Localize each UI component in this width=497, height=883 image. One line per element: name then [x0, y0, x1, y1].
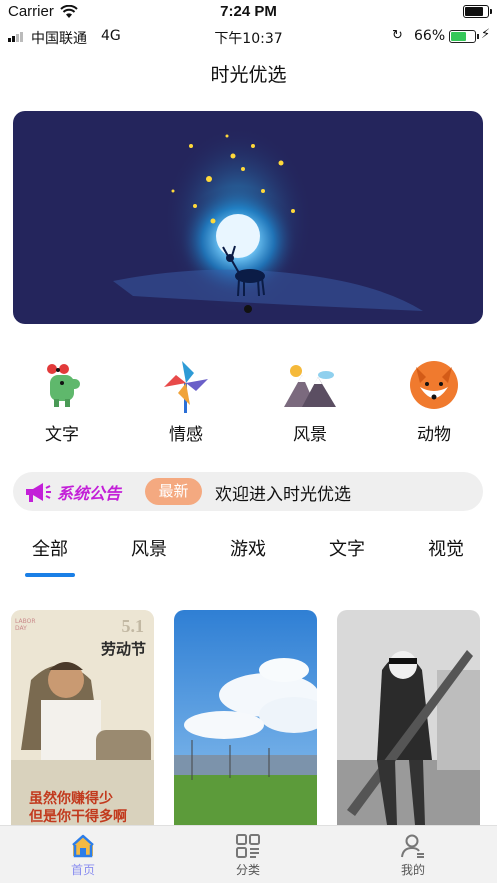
tab-home[interactable]: 首页: [43, 834, 123, 878]
new-badge: 最新: [145, 478, 202, 505]
tab-label: 我的: [400, 863, 425, 877]
status-time: 7:24 PM: [220, 3, 277, 20]
category-animal[interactable]: 动物: [394, 357, 474, 445]
battery-percent: 66%: [414, 28, 446, 44]
dinosaur-icon: [34, 357, 90, 413]
ios-status-bar: Carrier 7:24 PM: [0, 0, 497, 24]
active-tab-indicator: [25, 573, 75, 577]
page-title: 时光优选: [210, 64, 287, 86]
tab-label: 首页: [70, 863, 95, 877]
card-labor-day[interactable]: 5.1 劳动节 LABOR DAY 虽然你赚得少 但是你干得多啊: [11, 610, 154, 825]
category-text[interactable]: 文字: [22, 357, 102, 445]
tab-all[interactable]: 全部: [20, 535, 80, 561]
fox-icon: [406, 357, 462, 413]
tab-visual[interactable]: 视觉: [416, 535, 476, 561]
tab-games[interactable]: 游戏: [218, 535, 278, 561]
notice-title: 系统公告: [57, 484, 122, 503]
rotation-lock-icon: ↻: [392, 28, 403, 43]
battery-icon: [463, 5, 492, 18]
category-label: 动物: [417, 425, 451, 445]
grid-icon: [235, 834, 261, 858]
card-warrior-art[interactable]: [337, 610, 480, 825]
megaphone-icon: [23, 480, 51, 508]
category-label: 情感: [169, 425, 203, 445]
bottom-tab-bar: 首页 分类 我的: [0, 825, 497, 883]
notice-bar[interactable]: 系统公告 最新 欢迎进入时光优选: [13, 472, 483, 511]
notice-message: 欢迎进入时光优选: [215, 485, 351, 505]
pinwheel-icon: [158, 357, 214, 413]
poster-line-2: 但是你干得多啊: [29, 809, 127, 825]
poster-holiday: 劳动节: [100, 640, 146, 658]
poster-english: LABOR DAY: [15, 618, 36, 632]
wallpaper-grid: 5.1 劳动节 LABOR DAY 虽然你赚得少 但是你干得多啊: [0, 610, 497, 825]
tab-label: 分类: [235, 863, 260, 877]
android-status-bar: 中国联通 4G 下午10:37 ↻ 66% ⚡: [0, 26, 497, 48]
category-emotion[interactable]: 情感: [146, 357, 226, 445]
category-scenery[interactable]: 风景: [270, 357, 350, 445]
filter-tabs: 全部 风景 游戏 文字 视觉: [0, 535, 497, 580]
charging-icon: ⚡: [481, 27, 491, 42]
poster-line-1: 虽然你赚得少: [29, 791, 113, 807]
tab-profile[interactable]: 我的: [373, 834, 453, 878]
battery-level-icon: [449, 30, 479, 43]
tab-scenery[interactable]: 风景: [119, 535, 179, 561]
home-icon: [70, 834, 96, 858]
mountain-icon: [282, 357, 338, 413]
card-sky-field[interactable]: [174, 610, 317, 825]
user-icon: [400, 834, 426, 858]
category-label: 文字: [45, 425, 79, 445]
category-label: 风景: [293, 425, 327, 445]
banner-image[interactable]: [13, 111, 483, 324]
tab-text[interactable]: 文字: [317, 535, 377, 561]
tab-category[interactable]: 分类: [208, 834, 288, 878]
category-grid: 文字 情感 风景 动物: [0, 357, 497, 449]
poster-date: 5.1: [121, 616, 145, 636]
